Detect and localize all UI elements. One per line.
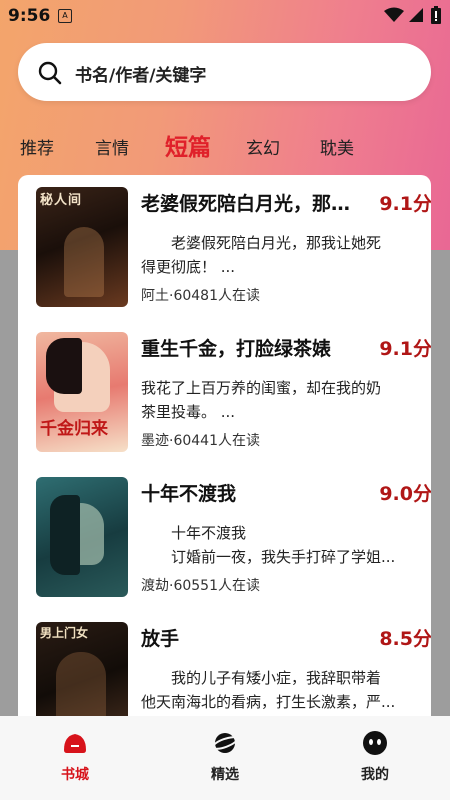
book-score: 8.5分 <box>379 628 431 650</box>
tab-romance[interactable]: 言情 <box>95 134 129 159</box>
book-description: 我花了上百万养的闺蜜，却在我的奶 茶里投毒。 ... <box>141 379 382 421</box>
nav-label: 精选 <box>211 767 239 783</box>
bookstore-icon <box>64 734 86 753</box>
search-bar[interactable]: 书名/作者/关键字 <box>18 43 431 101</box>
book-meta: 阿土·60481人在读 <box>141 288 260 304</box>
search-icon <box>38 61 62 85</box>
status-time: 9:56 <box>8 6 51 26</box>
tab-short-stories[interactable]: 短篇 <box>165 128 211 162</box>
signal-icon <box>409 8 423 22</box>
book-title: 放手 <box>141 628 180 650</box>
notification-icon: A <box>58 9 72 23</box>
tab-recommend[interactable]: 推荐 <box>20 134 54 159</box>
book-cover: 千金归来 <box>36 332 128 452</box>
search-placeholder: 书名/作者/关键字 <box>75 66 207 86</box>
planet-icon <box>212 733 238 753</box>
tab-danmei[interactable]: 耽美 <box>320 134 354 159</box>
book-description: 老婆假死陪白月光，那我让她死 得更彻底！ ... <box>141 234 382 276</box>
nav-label: 书城 <box>61 767 89 783</box>
book-cover <box>36 477 128 597</box>
profile-face-icon <box>363 731 387 755</box>
tab-fantasy[interactable]: 玄幻 <box>246 134 280 159</box>
nav-bookstore[interactable]: 书城 <box>25 716 125 800</box>
book-score: 9.0分 <box>379 483 431 505</box>
status-bar: 9:56 A <box>0 0 450 32</box>
book-list-card: 秘人间 老婆假死陪白月光，那我让她死得更彻底！ 9.1分 老婆假死陪白月光，那我… <box>18 175 431 735</box>
book-title: 老婆假死陪白月光，那我让她死得更彻底！ <box>141 193 351 215</box>
nav-profile[interactable]: 我的 <box>325 716 425 800</box>
book-cover: 秘人间 <box>36 187 128 307</box>
book-description: 十年不渡我 订婚前一夜，我失手打碎了学姐... <box>141 524 396 566</box>
nav-featured[interactable]: 精选 <box>175 716 275 800</box>
book-item[interactable]: 千金归来 重生千金，打脸绿茶婊 9.1分 我花了上百万养的闺蜜，却在我的奶 茶里… <box>36 332 431 457</box>
book-title: 十年不渡我 <box>141 483 237 505</box>
bottom-navigation: 书城 精选 我的 <box>0 716 450 800</box>
book-title: 重生千金，打脸绿茶婊 <box>141 338 332 360</box>
category-tabs: 推荐 言情 短篇 玄幻 耽美 <box>0 128 450 164</box>
book-item[interactable]: 秘人间 老婆假死陪白月光，那我让她死得更彻底！ 9.1分 老婆假死陪白月光，那我… <box>36 187 431 312</box>
book-score: 9.1分 <box>379 193 431 215</box>
book-meta: 墨迹·60441人在读 <box>141 433 260 449</box>
book-score: 9.1分 <box>379 338 431 360</box>
book-meta: 渡劫·60551人在读 <box>141 578 260 594</box>
book-item[interactable]: 十年不渡我 9.0分 十年不渡我 订婚前一夜，我失手打碎了学姐... 渡劫·60… <box>36 477 431 602</box>
book-description: 我的儿子有矮小症，我辞职带着 他天南海北的看病，打生长激素，严... <box>141 669 396 711</box>
wifi-icon <box>384 7 404 22</box>
nav-label: 我的 <box>361 767 389 783</box>
battery-icon <box>431 6 441 24</box>
